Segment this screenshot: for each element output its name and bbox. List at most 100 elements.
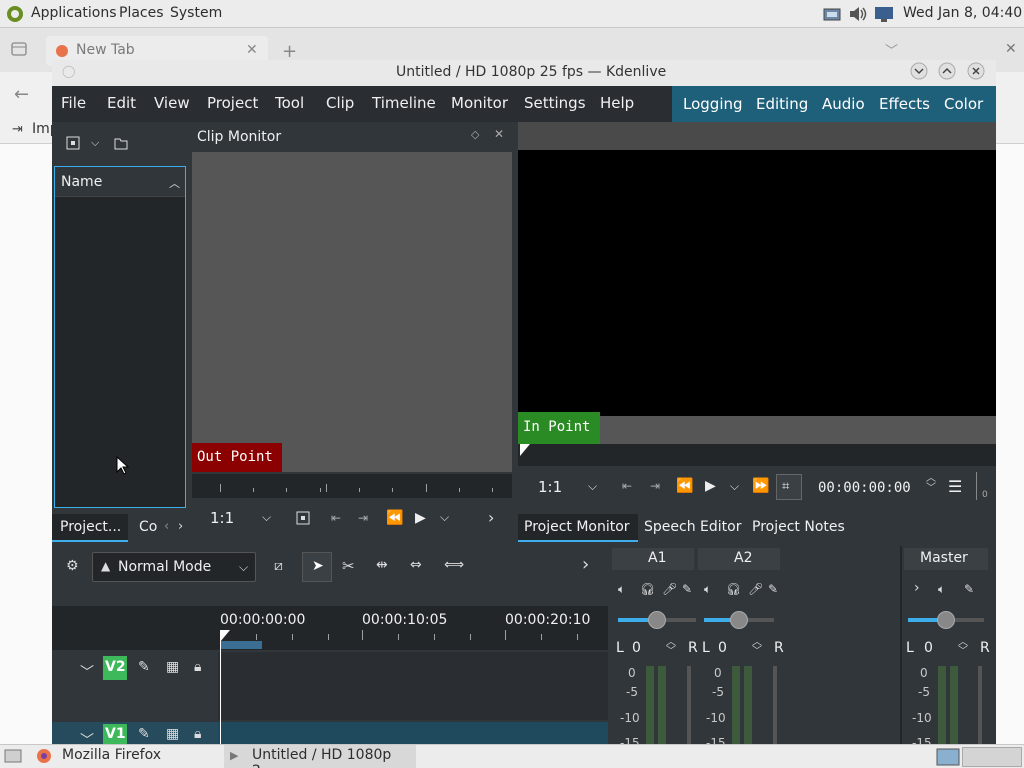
razor-all-icon[interactable]: ⧄ [274,558,283,574]
float-icon[interactable]: ◇ [471,128,479,141]
chevron-right-icon[interactable]: › [914,580,920,596]
import-icon[interactable]: ⇥ [12,122,23,137]
headphones-icon[interactable]: 🎧︎ [726,582,741,596]
play-icon[interactable]: ▶ [705,478,716,494]
collapse-v2-icon[interactable]: ﹀ [80,662,94,682]
tab-project-bin[interactable]: Project... [52,514,128,542]
fast-forward-icon[interactable]: ⏩ [752,478,769,494]
fader-a1[interactable] [687,666,691,744]
headphones-icon[interactable]: 🎧︎ [640,582,655,596]
applications-menu[interactable]: Applications [31,5,117,21]
track-v2-badge[interactable]: V2 [103,656,127,680]
track-v2-area[interactable] [218,652,608,720]
effect-icon[interactable]: ✎ [682,582,692,596]
chevron-down-icon[interactable]: ⌵ [440,510,449,525]
volume-icon[interactable] [848,4,868,24]
places-menu[interactable]: Places [119,5,164,21]
microphone-icon[interactable]: 🎤︎ [748,582,763,596]
pan-slider-a1[interactable] [618,611,696,629]
chevron-down-icon[interactable]: ⌵ [730,479,739,494]
crop-button[interactable]: ⌗ [776,474,802,500]
spinner-icon[interactable]: ︿ ﹀ [666,638,676,657]
layout-editing[interactable]: Editing [756,95,808,113]
fader-a2[interactable] [773,666,777,744]
clip-zoom-value[interactable]: 1:1 [210,509,234,527]
tab-project-notes[interactable]: Project Notes [752,519,845,535]
sort-icon[interactable]: ︿ [169,175,180,191]
close-icon[interactable] [967,62,985,80]
effect-icon[interactable]: ✎ [138,726,150,742]
tab-project-monitor[interactable]: Project Monitor [518,514,638,542]
set-in-icon[interactable]: ⇤ [622,479,632,493]
effect-icon[interactable]: ✎ [138,659,150,675]
hamburger-menu-icon[interactable]: ☰ [948,477,962,496]
tab-list-icon[interactable] [10,40,28,58]
zone-bar[interactable] [220,641,262,649]
spacer-icon[interactable]: ⇹ [376,557,388,573]
pan-value-a2[interactable]: 0 [718,640,727,656]
tab-compositions-label[interactable]: Co [139,519,157,535]
new-tab-icon[interactable]: + [282,41,297,62]
tab-close-icon[interactable]: ✕ [246,42,258,58]
pan-value-a1[interactable]: 0 [632,640,641,656]
lock-icon[interactable]: 🔒︎ [194,726,201,742]
layout-audio[interactable]: Audio [822,95,865,113]
chevron-down-icon[interactable]: ⌵ [588,479,597,494]
menu-monitor[interactable]: Monitor [451,94,508,112]
play-icon[interactable]: ▶ [415,510,426,526]
taskbar-item-kdenlive[interactable]: ▶ Untitled / HD 1080p 2... [224,745,416,768]
ripple-icon[interactable]: ⇔ [410,557,422,573]
effect-icon[interactable]: ✎ [768,582,778,596]
track-v1-area[interactable] [218,722,608,744]
slip-icon[interactable]: ⟺ [444,557,464,573]
add-clip-icon[interactable] [66,136,80,150]
chevron-down-icon[interactable]: ⌵ [239,560,248,575]
menu-settings[interactable]: Settings [524,94,586,112]
timeline-settings-icon[interactable]: ⚙ [66,558,79,574]
timecode-display[interactable]: 00:00:00:00 [818,480,911,496]
timeline-ruler[interactable]: 00:00:00:00 00:00:10:05 00:00:20:10 [52,606,608,650]
chevron-right-icon[interactable]: › [582,554,589,575]
chevron-left-icon[interactable]: ‹ [164,519,169,534]
set-out-icon[interactable]: ⇥ [358,511,368,525]
razor-icon[interactable]: ✂ [342,557,355,575]
add-folder-icon[interactable] [114,136,128,150]
project-monitor-view[interactable] [518,150,996,416]
menu-timeline[interactable]: Timeline [372,94,436,112]
microphone-icon[interactable]: 🎤︎ [662,582,677,596]
chevron-down-icon[interactable]: ⌵ [262,510,271,525]
clip-monitor-view[interactable]: Out Point [192,152,512,472]
display-icon[interactable] [874,5,896,23]
menu-project[interactable]: Project [207,94,258,112]
layout-logging[interactable]: Logging [683,95,743,113]
project-monitor-ruler[interactable] [518,444,996,466]
clock[interactable]: Wed Jan 8, 04:40 [903,5,1022,21]
workspace-2[interactable] [962,747,1022,767]
mute-icon[interactable]: 🔈︎ [938,582,945,597]
tab-speech-editor[interactable]: Speech Editor [644,519,741,535]
lock-icon[interactable]: 🔒︎ [194,659,201,675]
close-icon[interactable]: ✕ [494,127,504,141]
chevron-down-icon[interactable]: ⌵ [91,136,99,150]
volume-slider[interactable] [976,472,977,500]
menu-clip[interactable]: Clip [326,94,354,112]
menu-tool[interactable]: Tool [275,94,304,112]
chevron-right-icon[interactable]: › [488,508,494,527]
fader-master[interactable] [978,666,982,744]
show-desktop-icon[interactable] [4,748,22,764]
window-menu-icon[interactable]: ◯ [62,64,75,78]
chevron-down-icon[interactable]: ﹀ [885,40,898,59]
menu-help[interactable]: Help [600,94,634,112]
effect-icon[interactable]: ✎ [964,582,974,596]
spinner-icon[interactable]: ︿ ﹀ [752,638,762,657]
spinner-icon[interactable]: ︿ ﹀ [958,638,968,657]
playhead[interactable] [220,636,221,744]
rewind-icon[interactable]: ⏪ [386,510,403,526]
edit-mode-select[interactable]: ▲ Normal Mode ⌵ [92,552,256,582]
chevron-right-icon[interactable]: › [178,519,183,534]
maximize-icon[interactable] [938,62,956,80]
overlay-icon[interactable] [296,511,310,525]
menu-view[interactable]: View [154,94,190,112]
menu-edit[interactable]: Edit [107,94,136,112]
system-menu[interactable]: System [170,5,222,21]
